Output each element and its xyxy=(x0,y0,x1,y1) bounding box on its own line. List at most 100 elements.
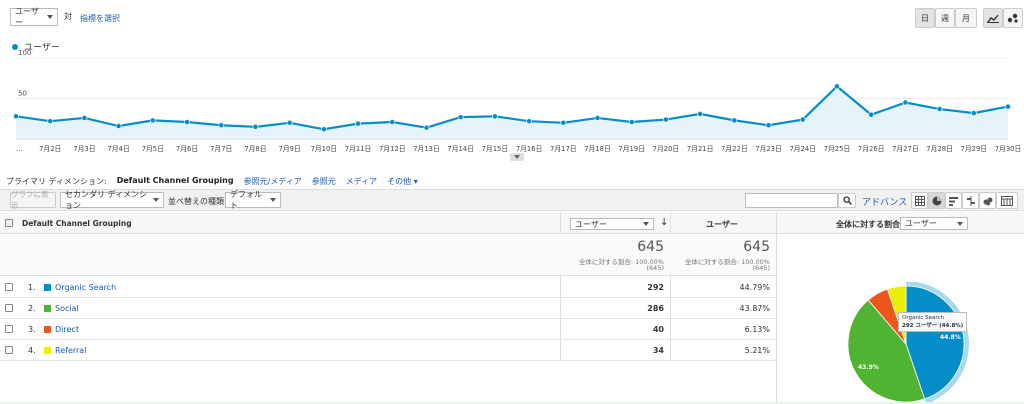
share-pie-chart xyxy=(847,282,969,404)
bar-list-icon xyxy=(948,196,958,206)
x-tick-label: 7月12日 xyxy=(379,145,406,153)
sort-type-value: デフォルト xyxy=(230,190,262,210)
data-point xyxy=(320,126,327,133)
total-users-count: (645) xyxy=(646,264,664,272)
data-point xyxy=(184,119,190,125)
total-users-2-count: (645) xyxy=(752,264,770,272)
row-checkbox[interactable] xyxy=(5,283,13,291)
chevron-down-icon xyxy=(514,155,520,159)
comparison-icon xyxy=(966,195,975,206)
x-tick-label: 7月23日 xyxy=(755,145,782,153)
chevron-down-icon xyxy=(270,198,276,202)
search-button[interactable] xyxy=(838,193,856,208)
select-metric-link[interactable]: 指標を選択 xyxy=(80,13,120,24)
x-tick-label: 7月21日 xyxy=(687,145,714,153)
data-point xyxy=(902,99,909,106)
table-row: 2. Social 286 43.87% xyxy=(0,298,776,318)
week-button[interactable]: 週 xyxy=(935,8,955,28)
row-checkbox[interactable] xyxy=(5,325,13,333)
x-tick-label: 7月6日 xyxy=(176,145,198,153)
x-tick-label: 7月19日 xyxy=(618,145,645,153)
data-point xyxy=(834,83,840,90)
column-header-dimension[interactable]: Default Channel Grouping xyxy=(22,219,132,228)
pie-tooltip-title: Organic Search xyxy=(902,315,945,321)
color-swatch-icon xyxy=(44,326,51,333)
x-tick-label: 7月4日 xyxy=(107,145,129,153)
dimension-source-medium[interactable]: 参照元/メディア xyxy=(244,176,302,187)
table-row: 1. Organic Search 292 44.79% xyxy=(0,277,776,298)
color-swatch-icon xyxy=(44,284,51,291)
column-header-metric[interactable]: ユーザー xyxy=(706,219,738,230)
x-tick-label: 7月13日 xyxy=(413,145,440,153)
row-index: 4. xyxy=(28,346,36,355)
view-table-button[interactable] xyxy=(911,192,928,209)
x-tick-label: 7月14日 xyxy=(447,145,474,153)
x-tick-label: 7月22日 xyxy=(721,145,748,153)
column-divider xyxy=(776,212,777,404)
share-metric-select[interactable]: ユーザー xyxy=(900,217,968,230)
row-index: 2. xyxy=(28,304,36,313)
data-point xyxy=(970,110,977,116)
view-pie-button[interactable] xyxy=(928,192,945,209)
sort-type-label: 並べ替えの種類: xyxy=(168,197,227,206)
sort-type-select[interactable]: デフォルト xyxy=(225,190,281,210)
select-all-checkbox[interactable] xyxy=(5,219,13,227)
pie-chart-icon xyxy=(932,196,941,205)
term-cloud-icon xyxy=(983,197,992,205)
table-row: 3. Direct 40 6.13% xyxy=(0,319,776,339)
x-tick-label: 7月20日 xyxy=(653,145,680,153)
chart-collapse-handle[interactable] xyxy=(510,153,524,161)
plot-rows-button[interactable]: グラフに表示 xyxy=(10,190,56,210)
row-checkbox[interactable] xyxy=(5,304,13,312)
bubble-chart-icon xyxy=(1007,13,1018,23)
sort-descending-icon[interactable]: ↓ xyxy=(660,217,668,228)
data-point xyxy=(526,118,533,125)
row-users-percent: 43.87% xyxy=(739,304,770,313)
motion-chart-button[interactable] xyxy=(1003,8,1023,28)
row-users-value: 40 xyxy=(652,325,664,334)
view-term-cloud-button[interactable] xyxy=(979,192,996,209)
dimension-source[interactable]: 参照元 xyxy=(312,176,336,187)
x-tick-label: 7月30日 xyxy=(995,145,1022,153)
secondary-dimension-select[interactable]: セカンダリ ディメンション xyxy=(60,190,164,210)
total-users: 645 xyxy=(637,239,664,255)
x-tick-label: 7月7日 xyxy=(210,145,232,153)
data-point xyxy=(594,115,601,121)
row-index: 1. xyxy=(28,283,36,292)
data-point xyxy=(81,115,88,121)
data-point xyxy=(491,113,498,120)
view-comparison-button[interactable] xyxy=(962,192,979,209)
table-search-input[interactable] xyxy=(745,193,838,208)
row-channel-link[interactable]: Organic Search xyxy=(44,283,116,292)
pie-label-organic: 44.8% xyxy=(940,334,961,341)
chevron-down-icon xyxy=(153,198,159,202)
month-button[interactable]: 月 xyxy=(955,8,977,28)
row-channel-link[interactable]: Direct xyxy=(44,325,79,334)
data-point xyxy=(936,106,943,112)
row-users-value: 292 xyxy=(647,283,664,292)
view-performance-button[interactable] xyxy=(945,192,962,209)
advanced-filter-link[interactable]: アドバンス xyxy=(862,195,907,208)
metric-selector[interactable]: ユーザー xyxy=(10,7,58,27)
data-point xyxy=(218,122,225,129)
line-chart-button[interactable] xyxy=(983,8,1003,28)
row-channel-link[interactable]: Referral xyxy=(44,346,86,355)
row-users-value: 286 xyxy=(647,304,664,313)
primary-dimension-label: プライマリ ディメンション: xyxy=(6,177,107,186)
dimension-other[interactable]: その他 ▾ xyxy=(387,176,418,187)
versus-label: 対 xyxy=(64,12,72,21)
row-divider xyxy=(0,360,776,361)
row-checkbox[interactable] xyxy=(5,346,13,354)
series-area xyxy=(16,86,1008,139)
view-pivot-button[interactable] xyxy=(996,192,1018,209)
x-tick-label: 7月2日 xyxy=(39,145,61,153)
dimension-medium[interactable]: メディア xyxy=(346,176,377,187)
dimension-default-channel[interactable]: Default Channel Grouping xyxy=(117,176,234,187)
data-point xyxy=(115,123,122,129)
pie-tooltip: Organic Search 292 ユーザー (44.8%) xyxy=(898,312,968,332)
data-point xyxy=(286,119,293,126)
data-point xyxy=(355,120,361,127)
day-button[interactable]: 日 xyxy=(915,8,935,28)
column-metric-select[interactable]: ユーザー xyxy=(570,218,654,230)
row-channel-link[interactable]: Social xyxy=(44,304,79,313)
